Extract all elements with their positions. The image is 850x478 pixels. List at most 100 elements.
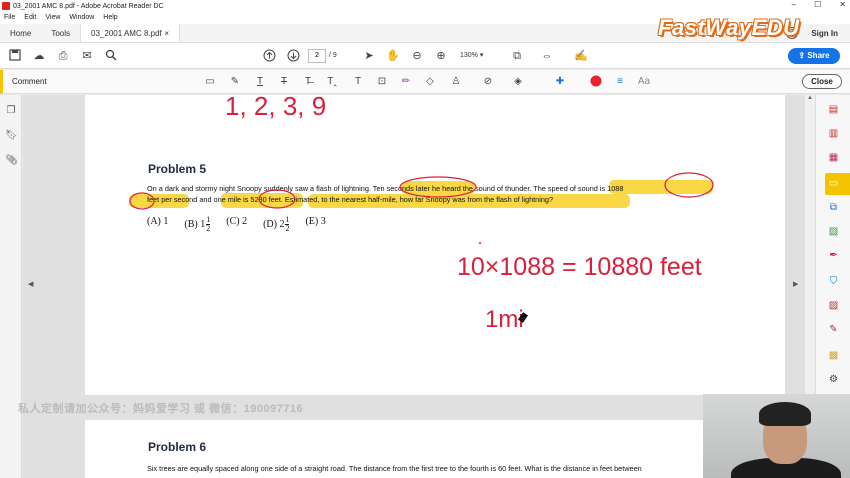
menu-file[interactable]: File [4,12,15,24]
acrobat-window: 03_2001 AMC 8.pdf - Adobe Acrobat Reader… [0,0,850,478]
stamp-icon[interactable]: ♙ [449,75,463,89]
send-for-review-icon[interactable]: ✎ [827,323,840,336]
replace-text-icon[interactable]: T̶ [301,75,315,89]
window-title: 03_2001 AMC 8.pdf - Adobe Acrobat Reader… [13,2,164,10]
redact-icon[interactable]: ▨ [827,299,840,312]
search-icon[interactable] [104,49,118,63]
page-fit-icon[interactable]: ⧉ [510,49,524,63]
choice-d-fraction: 12 [285,216,290,233]
scroll-mode-icon[interactable]: ⇔ [540,49,554,63]
bookmarks-icon[interactable]: 🔖︎ [5,130,18,142]
menu-help[interactable]: Help [103,12,117,24]
tab-tools[interactable]: Tools [41,24,80,42]
page-thumbnails-icon[interactable]: ❐ [5,105,17,117]
organize-pages-icon[interactable]: ▧ [827,225,840,238]
comment-tool-icon[interactable]: ▭ [827,177,840,190]
fill-sign-icon[interactable]: ✍ [574,49,588,63]
close-comment-button[interactable]: Close [802,74,842,89]
webcam-video [703,394,850,478]
maximize-button[interactable]: ☐ [814,0,821,9]
underline-text-icon[interactable]: T [253,75,267,89]
document-viewport[interactable]: ◀ ▶ 1, 2, 3, 9 Problem 5 On a dark and s… [18,95,805,478]
zoom-level-value: 130% [460,52,478,59]
page-total: / 9 [329,52,337,59]
create-pdf-icon[interactable]: ▥ [827,127,840,140]
menu-edit[interactable]: Edit [24,12,36,24]
color-picker[interactable] [589,75,603,89]
overlay-watermark: 私人定制请加公众号：妈妈爱学习 或 微信：190097716 [18,403,304,415]
email-icon[interactable]: ✉ [80,49,94,63]
combine-files-icon[interactable]: ⧉ [827,201,840,214]
comment-toolbar: Comment ▭ ✎ T T T̶ T‸ T ⊡ ✏ ◇ ♙ ⊘ ◈ ✚ ≡ … [0,70,850,94]
hand-tool-icon[interactable]: ✋ [386,49,400,63]
pdf-page-2: Problem 6 Six trees are equally spaced a… [85,420,785,478]
font-settings-icon[interactable]: Aa [637,75,651,89]
zoom-level-select[interactable]: 130% ▾ [460,49,500,63]
chevron-down-icon: ▾ [479,52,484,59]
collapse-left-panel-icon[interactable]: ◀ [28,280,33,288]
choice-b-fraction: 12 [206,216,211,233]
highlight-pen-icon[interactable]: ✎ [228,75,242,89]
edit-pdf-icon[interactable]: ▦ [827,151,840,164]
pdf-page: 1, 2, 3, 9 Problem 5 On a dark and storm… [85,95,785,395]
more-tools-icon[interactable]: ▩ [827,349,840,362]
save-icon[interactable] [8,49,22,63]
choice-c: (C) 2 [226,216,248,227]
sign-in-link[interactable]: Sign In [811,24,838,43]
fastwayedu-logo: FastWayEDU [658,15,800,40]
ink-annotations [129,172,714,244]
collapse-right-panel-icon[interactable]: ▶ [793,280,798,288]
minimize-button[interactable]: – [792,0,796,9]
previous-page-icon[interactable] [262,49,276,63]
tab-document[interactable]: 03_2001 AMC 8.pdf × [80,24,181,42]
tab-home[interactable]: Home [0,24,41,42]
answer-choices: (A) 1 (B) 112 (C) 2 (D) 212 (E) 3 [147,216,326,233]
tab-close-icon[interactable]: × [164,24,169,42]
zoom-in-icon[interactable]: ⊕ [434,49,448,63]
problem6-title: Problem 6 [148,440,207,454]
window-controls: – ☐ ✕ [792,0,846,9]
share-button[interactable]: ⇪ Share [788,48,840,64]
upload-cloud-icon[interactable]: ☁ [32,49,46,63]
menu-view[interactable]: View [45,12,60,24]
zoom-out-icon[interactable]: ⊖ [410,49,424,63]
choice-a: (A) 1 [147,216,169,227]
handwriting-work: 10×1088 = 10880 feet 1mi [457,253,702,333]
attachments-icon[interactable]: 📎︎ [5,155,18,167]
pin-icon[interactable]: ✚ [553,75,567,89]
left-navigation-panel: ❐ 🔖︎ 📎︎ [0,95,22,478]
print-icon[interactable]: ⎙ [56,49,70,63]
eraser-icon[interactable]: ◇ [423,75,437,89]
export-pdf-icon[interactable]: ▤ [827,103,840,116]
presenter-hair [759,402,811,426]
line-width-icon[interactable]: ≡ [613,75,627,89]
page-number-input[interactable]: 2 [308,49,326,63]
choice-b-fraction-den: 2 [206,224,211,233]
protect-icon[interactable]: ⛉ [827,275,840,288]
draw-pencil-icon[interactable]: ✏ [399,75,413,89]
handwriting-equation: 10×1088 = 10880 feet [457,253,702,281]
next-page-icon[interactable] [286,49,300,63]
tools-settings-icon[interactable]: ⚙ [827,373,840,386]
fill-sign-tool-icon[interactable]: ✒ [827,249,840,262]
insert-text-icon[interactable]: T‸ [325,75,339,89]
add-text-icon[interactable]: T [351,75,365,89]
close-window-button[interactable]: ✕ [839,0,846,9]
share-icon: ⇪ [798,51,806,60]
shapes-icon[interactable]: ◈ [511,75,525,89]
attach-file-icon[interactable]: ⊘ [481,75,495,89]
scroll-up-icon[interactable]: ▲ [805,95,815,101]
text-box-icon[interactable]: ⊡ [375,75,389,89]
choice-e: (E) 3 [305,216,326,227]
sticky-note-icon[interactable]: ▭ [203,75,217,89]
choice-b-label: (B) 1 [184,218,206,230]
menu-window[interactable]: Window [69,12,94,24]
title-bar: 03_2001 AMC 8.pdf - Adobe Acrobat Reader… [0,0,850,12]
strikethrough-text-icon[interactable]: T [277,75,291,89]
acrobat-app-icon [2,2,10,10]
choice-b: (B) 112 [184,216,211,233]
problem6-line1: Six trees are equally spaced along one s… [147,464,642,473]
share-label: Share [807,51,830,60]
select-cursor-icon[interactable]: ➤ [362,49,376,63]
comment-toolbar-label: Comment [12,77,47,86]
